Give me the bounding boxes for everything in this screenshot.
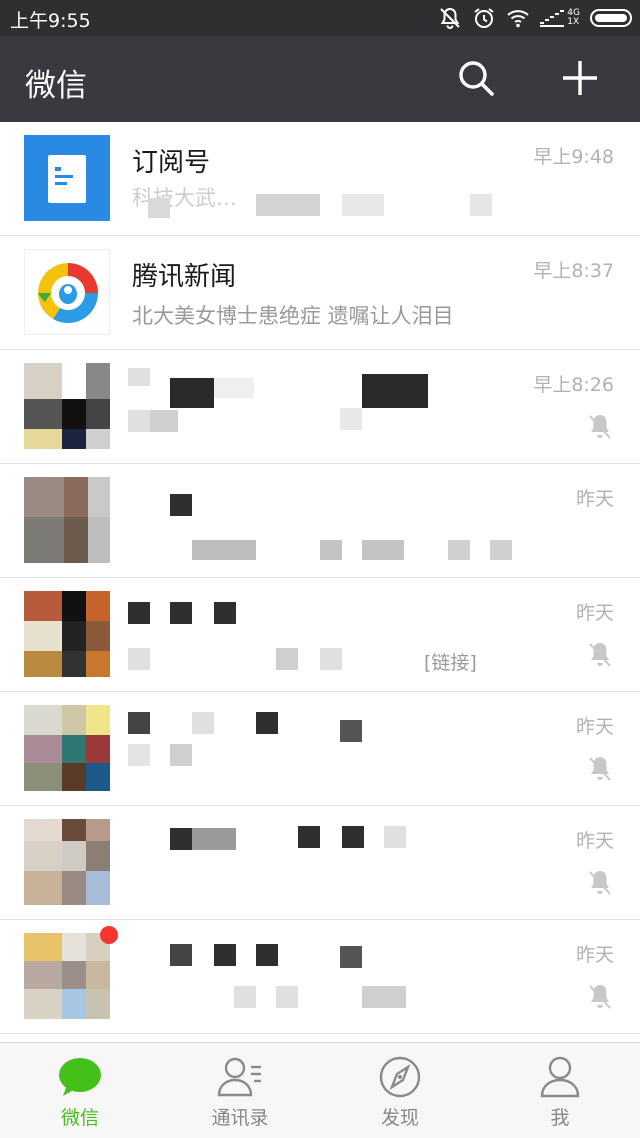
- chat-preview: 科技大武…: [132, 186, 237, 210]
- chat-time: 早上8:37: [533, 260, 614, 282]
- chat-row-group[interactable]: 昨天: [0, 920, 640, 1034]
- chat-name: 订阅号: [132, 148, 211, 178]
- signal-indicator: 4G 1X: [540, 9, 580, 27]
- compass-icon: [379, 1056, 421, 1098]
- chat-bubble-icon: [59, 1058, 101, 1096]
- chat-row-group[interactable]: 昨天: [0, 692, 640, 806]
- tab-label: 通讯录: [211, 1107, 269, 1129]
- group-avatar: [24, 591, 110, 677]
- chat-row-group[interactable]: 昨天: [0, 806, 640, 920]
- add-plus-icon[interactable]: [560, 58, 600, 98]
- tencent-news-logo-icon: [37, 262, 99, 324]
- unread-dot: [100, 926, 118, 944]
- tab-label: 我: [550, 1107, 570, 1129]
- tencent-news-avatar: [24, 249, 110, 335]
- group-avatar: [24, 819, 110, 905]
- muted-bell-icon: [589, 757, 611, 781]
- chat-preview: [链接]: [424, 652, 477, 674]
- chat-row-group[interactable]: [链接] 昨天: [0, 578, 640, 692]
- contacts-icon: [217, 1057, 261, 1097]
- group-avatar: [24, 933, 110, 1019]
- muted-bell-icon: [589, 415, 611, 439]
- document-icon: [48, 155, 86, 203]
- chat-row-subscriptions[interactable]: 订阅号 科技大武… 早上9:48: [0, 122, 640, 236]
- group-avatar: [24, 705, 110, 791]
- mute-status-icon: [440, 7, 461, 29]
- app-header: 微信: [0, 36, 640, 122]
- chat-time: 昨天: [575, 830, 614, 852]
- muted-bell-icon: [589, 643, 611, 667]
- group-avatar: [24, 363, 110, 449]
- muted-bell-icon: [589, 871, 611, 895]
- tab-label: 发现: [380, 1107, 419, 1129]
- status-icons: 4G 1X: [438, 5, 632, 31]
- chat-preview: 北大美女博士患绝症 遗嘱让人泪目: [132, 304, 454, 328]
- chat-time: 昨天: [575, 944, 614, 966]
- person-icon: [540, 1056, 580, 1098]
- tab-chats[interactable]: 微信: [0, 1043, 160, 1138]
- search-icon[interactable]: [456, 58, 496, 98]
- wifi-icon: [507, 10, 529, 28]
- chat-name: 腾讯新闻: [132, 262, 237, 292]
- chat-time: 早上9:48: [533, 146, 614, 168]
- bottom-tab-bar: 微信 通讯录 发现 我: [0, 1042, 640, 1138]
- signal-bars-icon: [540, 10, 565, 27]
- tab-label: 微信: [60, 1107, 99, 1129]
- page-title: 微信: [25, 68, 87, 104]
- network-type: 4G 1X: [567, 8, 580, 27]
- chat-time: 昨天: [575, 602, 614, 624]
- tab-discover[interactable]: 发现: [320, 1043, 480, 1138]
- chat-row-group[interactable]: 早上8:26: [0, 350, 640, 464]
- muted-bell-icon: [589, 985, 611, 1009]
- chat-row-contact[interactable]: 昨天: [0, 464, 640, 578]
- chat-row-tencent-news[interactable]: 腾讯新闻 北大美女博士患绝症 遗嘱让人泪目 早上8:37: [0, 236, 640, 350]
- battery-icon: [590, 9, 632, 27]
- subscription-avatar: [24, 135, 110, 221]
- tab-contacts[interactable]: 通讯录: [160, 1043, 320, 1138]
- status-bar: 上午9:55 4G 1X: [0, 0, 640, 36]
- alarm-icon: [474, 8, 494, 28]
- chat-time: 早上8:26: [533, 374, 614, 396]
- status-time: 上午9:55: [10, 10, 91, 32]
- tab-me[interactable]: 我: [480, 1043, 640, 1138]
- chat-time: 昨天: [575, 488, 614, 510]
- chat-time: 昨天: [575, 716, 614, 738]
- contact-avatar: [24, 477, 110, 563]
- chat-list: 订阅号 科技大武… 早上9:48 腾讯新闻 北大美女博士患绝症 遗嘱让人泪目 早…: [0, 122, 640, 1034]
